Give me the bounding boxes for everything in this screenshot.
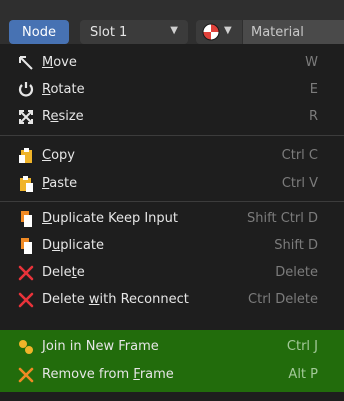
- menu-item-label: Join in New Frame: [42, 339, 159, 354]
- menu-item-shortcut: Shift Ctrl D: [247, 211, 318, 226]
- menu-item-move[interactable]: Move W: [0, 49, 344, 77]
- menu-item-label: Copy: [42, 148, 75, 163]
- menu-item-shortcut: Ctrl Delete: [248, 292, 318, 307]
- material-name-field[interactable]: Material: [243, 20, 344, 44]
- paste-icon: [17, 175, 35, 193]
- duplicate-icon: [17, 237, 35, 255]
- slot-select-value: Slot 1: [90, 24, 128, 40]
- join-frame-icon: [17, 338, 35, 356]
- menu-item-label: Resize: [42, 109, 84, 124]
- move-icon: [17, 54, 35, 72]
- delete-reconnect-icon: [17, 291, 35, 309]
- material-ball-icon: [202, 23, 220, 41]
- menu-separator: [0, 201, 344, 202]
- menu-item-label: Paste: [42, 176, 78, 191]
- node-menu-button[interactable]: Node: [9, 20, 69, 44]
- duplicate-keep-input-icon: [17, 210, 35, 228]
- node-menu-label: Node: [22, 24, 56, 40]
- menu-item-shortcut: E: [309, 82, 318, 97]
- node-dropdown-menu: Move W Rotate E Resize R Copy Ctrl C Pas…: [0, 44, 344, 401]
- menu-item-label: Delete with Reconnect: [42, 292, 189, 307]
- delete-icon: [17, 264, 35, 282]
- menu-item-join-in-new-frame[interactable]: Join in New Frame Ctrl J: [0, 333, 344, 361]
- material-name-value: Material: [251, 24, 304, 40]
- highlighted-frame-section: Join in New Frame Ctrl J Remove from Fra…: [0, 330, 344, 392]
- chevron-down-icon: ▼: [170, 25, 178, 36]
- menu-separator: [0, 135, 344, 136]
- menu-item-resize[interactable]: Resize R: [0, 103, 344, 131]
- menu-item-label: Move: [42, 55, 77, 70]
- menu-item-paste[interactable]: Paste Ctrl V: [0, 170, 344, 198]
- chevron-down-icon: ▼: [224, 25, 232, 36]
- menu-item-label: Duplicate: [42, 238, 104, 253]
- menu-item-shortcut: R: [308, 109, 318, 124]
- menu-item-delete[interactable]: Delete Delete: [0, 259, 344, 287]
- menu-item-label: Delete: [42, 265, 85, 280]
- menu-item-shortcut: Delete: [275, 265, 318, 280]
- menu-item-label: Duplicate Keep Input: [42, 211, 178, 226]
- menu-item-shortcut: Ctrl V: [281, 176, 318, 191]
- menu-item-remove-from-frame[interactable]: Remove from Frame Alt P: [0, 361, 344, 389]
- menu-item-shortcut: Shift D: [274, 238, 318, 253]
- slot-select[interactable]: Slot 1 ▼: [80, 20, 188, 44]
- menu-item-rotate[interactable]: Rotate E: [0, 76, 344, 104]
- resize-icon: [17, 108, 35, 126]
- copy-icon: [17, 147, 35, 165]
- menu-item-copy[interactable]: Copy Ctrl C: [0, 142, 344, 170]
- editor-header: Node Slot 1 ▼ ▼ Material: [0, 0, 344, 44]
- menu-item-shortcut: W: [305, 55, 318, 70]
- menu-item-duplicate[interactable]: Duplicate Shift D: [0, 232, 344, 260]
- menu-item-label: Rotate: [42, 82, 85, 97]
- menu-item-delete-with-reconnect[interactable]: Delete with Reconnect Ctrl Delete: [0, 286, 344, 314]
- rotate-icon: [17, 81, 35, 99]
- menu-item-shortcut: Ctrl C: [281, 148, 318, 163]
- material-browse-button[interactable]: ▼: [196, 20, 242, 44]
- menu-item-label: Remove from Frame: [42, 367, 174, 382]
- menu-item-shortcut: Ctrl J: [286, 339, 318, 354]
- menu-item-duplicate-keep-input[interactable]: Duplicate Keep Input Shift Ctrl D: [0, 205, 344, 233]
- node-editor-window: Node Slot 1 ▼ ▼ Material Move W Rotate E…: [0, 0, 344, 401]
- remove-frame-icon: [17, 366, 35, 384]
- menu-item-shortcut: Alt P: [288, 367, 318, 382]
